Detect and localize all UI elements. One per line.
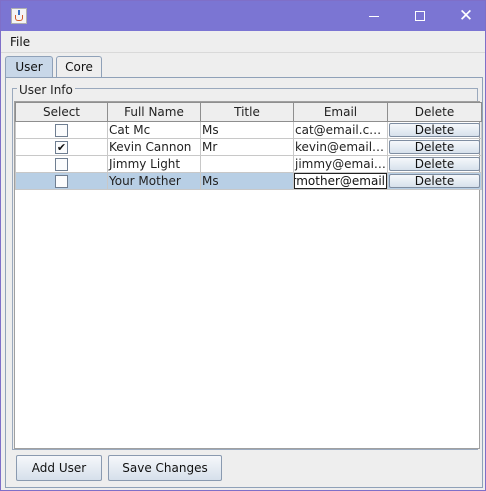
tab-user[interactable]: User [5, 56, 53, 77]
delete-button[interactable]: Delete [389, 140, 480, 154]
users-table-viewport[interactable]: Select Full Name Title Email Delete Cat … [14, 101, 482, 449]
delete-cell: Delete [387, 121, 482, 139]
close-icon: ✕ [458, 5, 474, 26]
table-header-row: Select Full Name Title Email Delete [15, 102, 482, 122]
table-row[interactable]: Jimmy Light jimmy@email.... Delete [15, 155, 482, 173]
title-cell[interactable]: Ms [200, 172, 294, 190]
column-header-email[interactable]: Email [293, 102, 388, 122]
tab-panel-user: User Info Select Full Name Title Email D… [5, 77, 483, 488]
title-bar[interactable]: ✕ [1, 1, 485, 31]
delete-button[interactable]: Delete [389, 157, 480, 171]
title-cell[interactable]: Ms [200, 121, 294, 139]
table-row-selected[interactable]: Your Mother Ms rmother@email Delete [15, 172, 482, 190]
title-cell[interactable] [200, 155, 294, 173]
column-header-delete[interactable]: Delete [387, 102, 482, 122]
user-info-group: User Info Select Full Name Title Email D… [12, 83, 482, 450]
java-icon [11, 8, 27, 24]
column-header-title[interactable]: Title [200, 102, 294, 122]
select-cell[interactable] [15, 155, 108, 173]
maximize-button[interactable] [397, 1, 443, 31]
delete-cell: Delete [387, 155, 482, 173]
tab-core[interactable]: Core [56, 56, 102, 77]
select-cell[interactable] [15, 121, 108, 139]
save-changes-button[interactable]: Save Changes [108, 455, 222, 481]
close-button[interactable]: ✕ [443, 1, 486, 31]
column-header-select[interactable]: Select [15, 102, 108, 122]
tab-strip: User Core [5, 56, 483, 78]
email-cell[interactable]: cat@email.com [293, 121, 388, 139]
menu-bar: File [1, 31, 485, 53]
delete-cell: Delete [387, 138, 482, 156]
full-name-cell[interactable]: Your Mother [107, 172, 201, 190]
menu-file[interactable]: File [10, 35, 30, 49]
table-row[interactable]: ✔ Kevin Cannon Mr kevin@email.c... Delet… [15, 138, 482, 156]
email-cell[interactable]: jimmy@email.... [293, 155, 388, 173]
select-checkbox[interactable]: ✔ [55, 141, 68, 154]
full-name-cell[interactable]: Jimmy Light [107, 155, 201, 173]
full-name-cell[interactable]: Cat Mc [107, 121, 201, 139]
title-cell[interactable]: Mr [200, 138, 294, 156]
select-checkbox[interactable] [55, 158, 68, 171]
select-cell[interactable] [15, 172, 108, 190]
email-cell-editing[interactable]: rmother@email [293, 172, 388, 190]
application-window: ✕ File User Core User Info Select Full N… [0, 0, 486, 491]
delete-button[interactable]: Delete [389, 174, 480, 188]
table-row[interactable]: Cat Mc Ms cat@email.com Delete [15, 121, 482, 139]
select-checkbox[interactable] [55, 124, 68, 137]
select-checkbox[interactable] [55, 175, 68, 188]
select-cell[interactable]: ✔ [15, 138, 108, 156]
users-table: Select Full Name Title Email Delete Cat … [15, 102, 482, 190]
add-user-button[interactable]: Add User [16, 455, 102, 481]
delete-cell: Delete [387, 172, 482, 190]
column-header-full-name[interactable]: Full Name [107, 102, 201, 122]
maximize-icon [415, 11, 425, 21]
delete-button[interactable]: Delete [389, 123, 480, 137]
minimize-button[interactable] [351, 1, 397, 31]
email-edit-field[interactable]: rmother@email [294, 173, 387, 189]
minimize-icon [369, 15, 379, 17]
group-title: User Info [17, 83, 75, 97]
full-name-cell[interactable]: Kevin Cannon [107, 138, 201, 156]
email-cell[interactable]: kevin@email.c... [293, 138, 388, 156]
